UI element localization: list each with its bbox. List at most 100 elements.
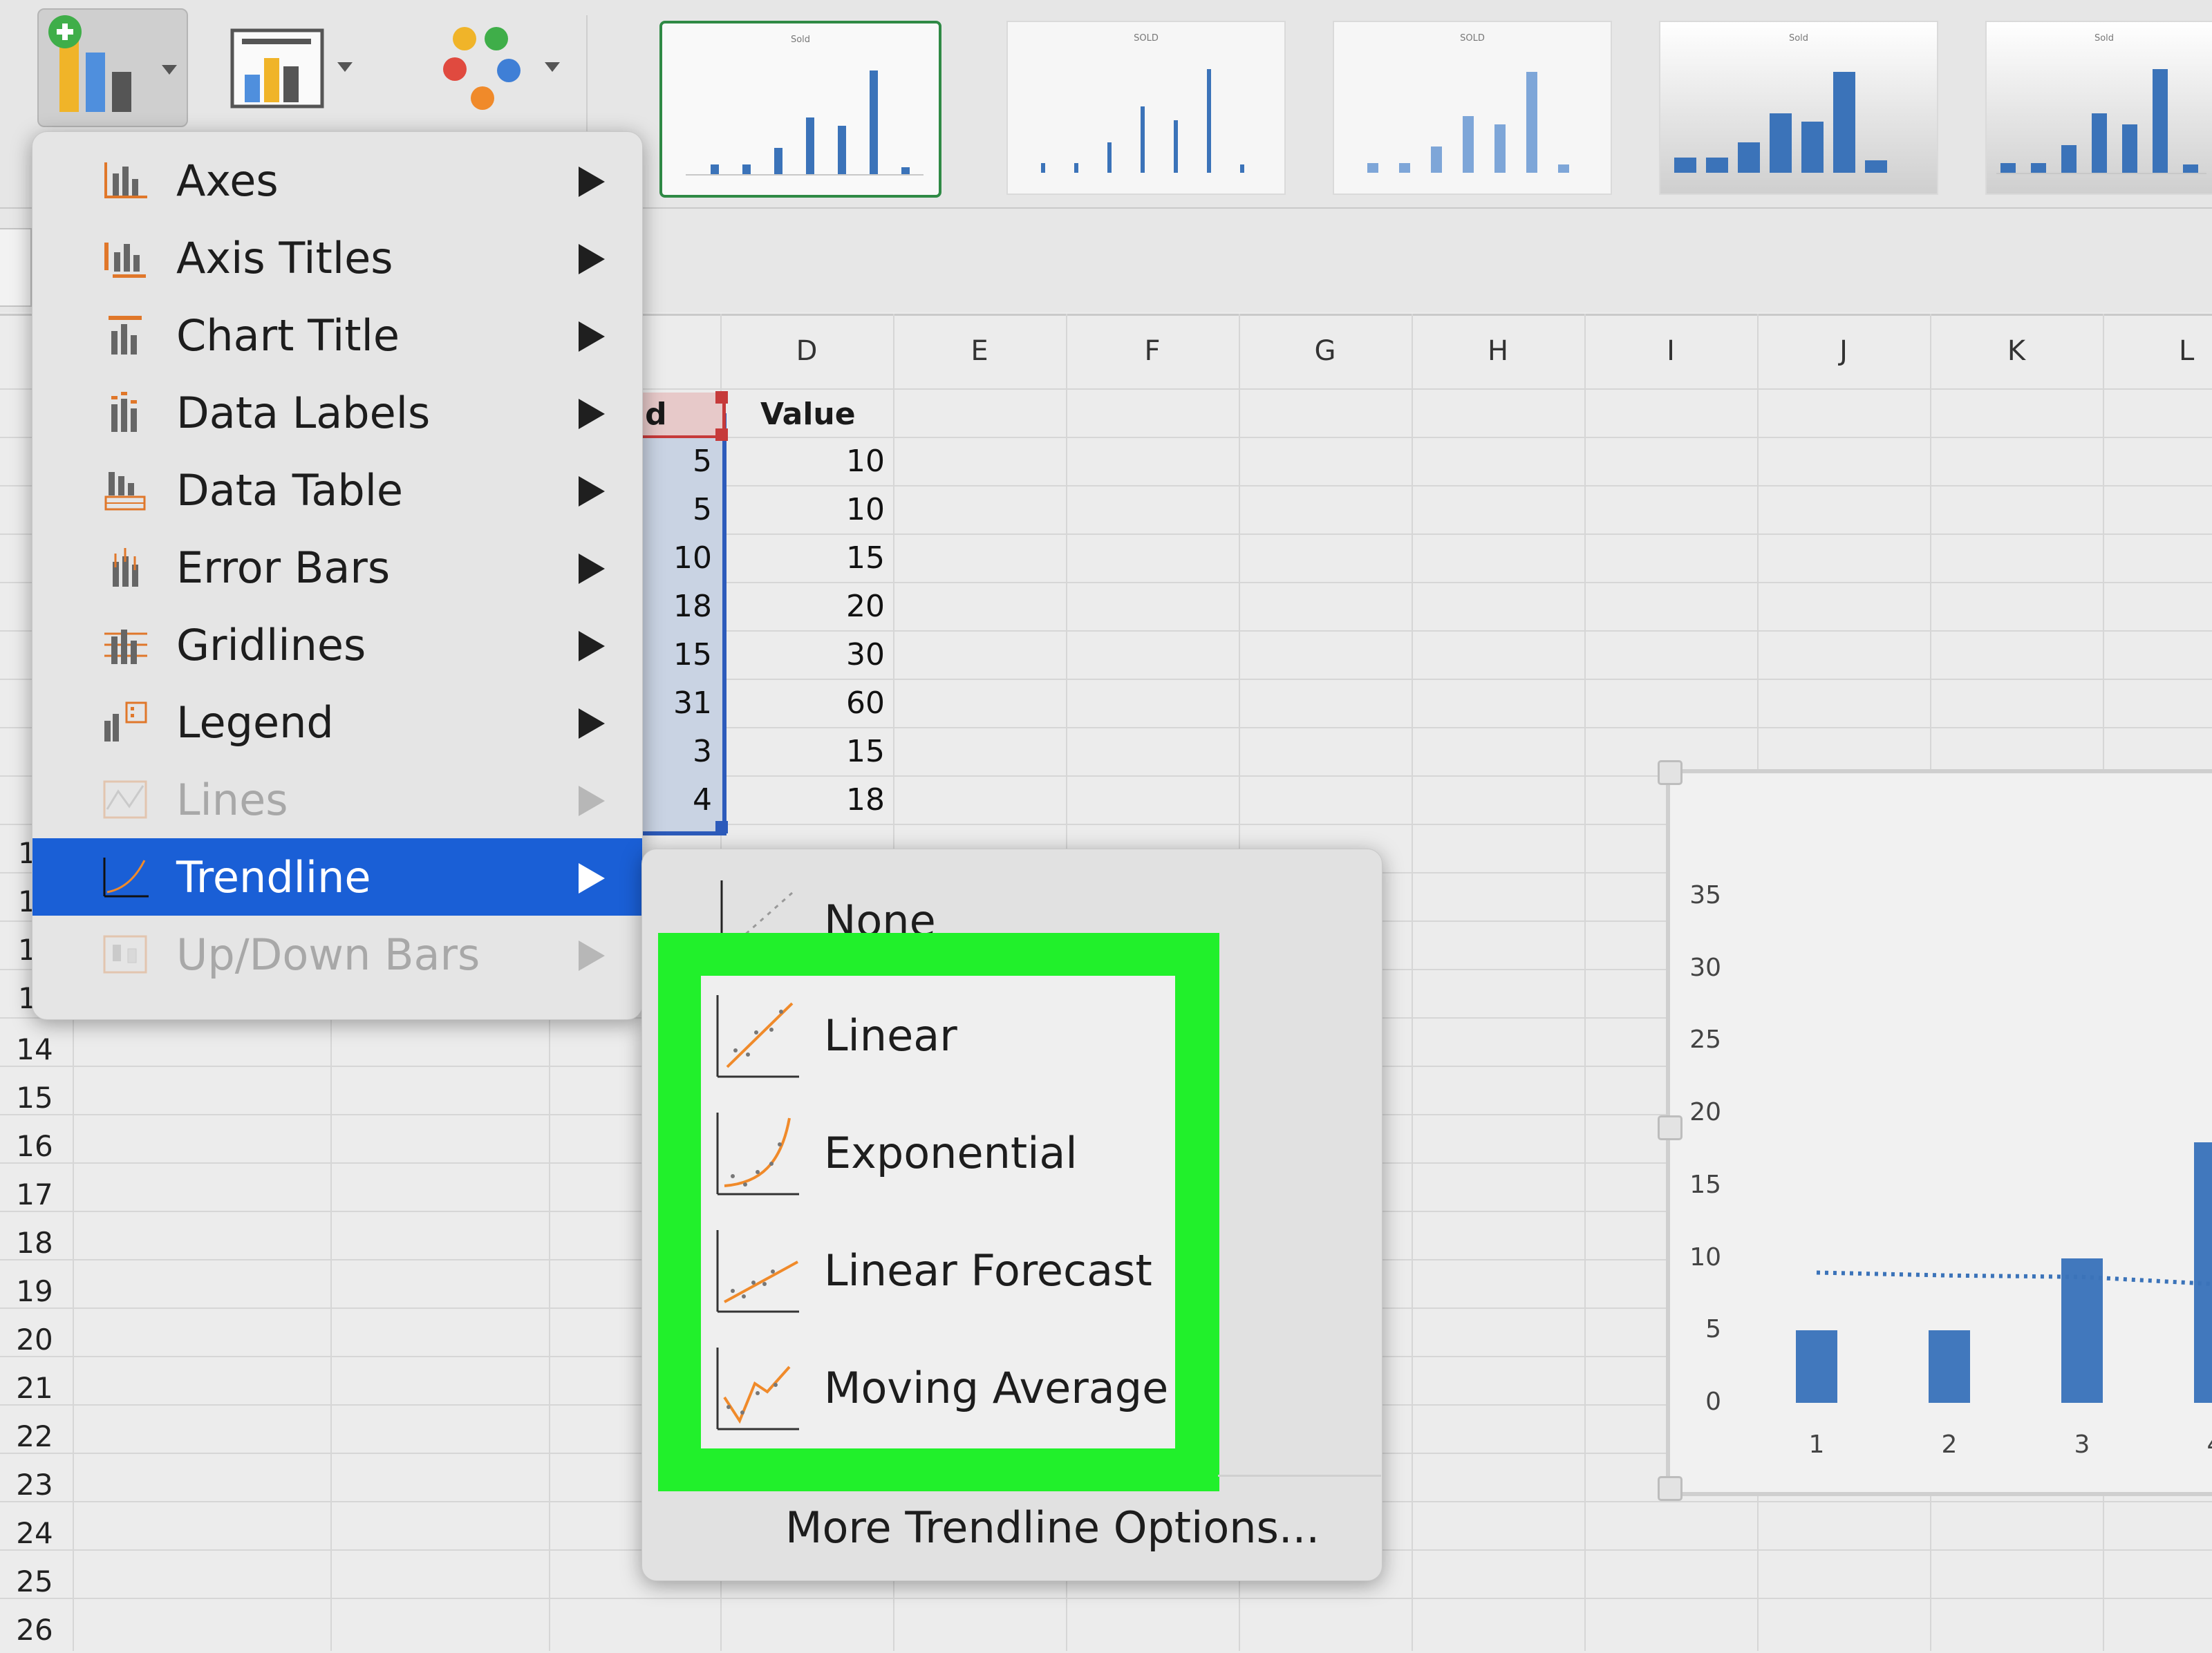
linear-forecast-icon [716,1230,799,1313]
quick-layout-button[interactable] [221,21,359,117]
row-number[interactable]: 18 [0,1226,69,1260]
menu-item-legend[interactable]: Legend [32,683,642,761]
axis-titles-icon [104,243,146,278]
menu-item-label: Error Bars [176,542,391,593]
cell-d-value[interactable]: 10 [720,444,885,479]
thumb-bar [742,164,751,174]
thumb-bar [1463,116,1474,173]
cell-d-value[interactable]: 30 [720,637,885,672]
menu-item-gridlines[interactable]: Gridlines [32,606,642,683]
cell-d-value[interactable]: 60 [720,686,885,721]
trendline-option-moving-average[interactable]: Moving Average [712,1336,1182,1440]
row-number[interactable]: 26 [0,1613,69,1647]
thumb-bar [1494,124,1506,173]
submenu-arrow-icon [579,476,605,507]
thumb-bar [1558,164,1569,173]
error-bars-icon [113,548,138,587]
row-number[interactable]: 16 [0,1129,69,1163]
column-header-j[interactable]: J [1757,314,1930,388]
up-down-bars-icon [103,935,147,974]
submenu-arrow-icon [579,631,605,661]
menu-item-up-down-bars: Up/Down Bars [32,916,642,993]
row-number[interactable]: 20 [0,1323,69,1357]
range-handle[interactable] [715,428,728,441]
menu-item-axes[interactable]: Axes [32,142,642,219]
menu-item-label: Chart Title [176,310,400,361]
submenu-arrow-icon [579,786,605,816]
column-header-k[interactable]: K [1930,314,2103,388]
menu-item-chart-title[interactable]: Chart Title [32,296,642,374]
row-number[interactable]: 25 [0,1565,69,1598]
row-number[interactable]: 22 [0,1419,69,1453]
lines-icon [103,780,147,819]
add-chart-element-button[interactable] [37,8,188,127]
exponential-label: Exponential [824,1128,1078,1178]
add-chart-element-menu: Axes Axis Titles Chart Title Data Labels… [32,131,643,1020]
grid-line [1584,314,1586,1651]
thumb-bar [2183,164,2198,173]
thumb-bar [1207,69,1211,173]
chart-style-1[interactable]: Sold [659,21,941,198]
thumb-bar [2061,145,2077,173]
row-number[interactable]: 24 [0,1516,69,1550]
cell-d-value[interactable]: 18 [720,782,885,818]
legend-icon [104,701,147,742]
thumb-title: SOLD [1134,33,1159,44]
chart-plot-area: 353025201510501234 [1666,769,2212,1488]
moving-average-icon [716,1348,799,1430]
linear-forecast-label: Linear Forecast [824,1245,1152,1296]
row-number[interactable]: 23 [0,1468,69,1502]
data-labels-icon [111,392,137,432]
row-number[interactable]: 14 [0,1032,69,1066]
change-colors-button[interactable] [429,21,567,117]
more-trendline-options-label: More Trendline Options... [785,1502,1320,1553]
row-number[interactable]: 21 [0,1371,69,1405]
range-handle[interactable] [715,821,728,833]
column-header-e[interactable]: E [893,314,1066,388]
menu-item-data-table[interactable]: Data Table [32,451,642,529]
menu-item-trendline[interactable]: Trendline [32,838,642,916]
more-trendline-options-item[interactable]: More Trendline Options... [781,1500,1362,1562]
menu-item-label: Axis Titles [176,233,393,283]
name-box[interactable] [0,228,32,307]
column-header-i[interactable]: I [1584,314,1757,388]
chart-style-5[interactable]: Sold [1985,21,2212,195]
thumb-bar [2000,163,2016,173]
column-header-f[interactable]: F [1066,314,1239,388]
trendline-option-exponential[interactable]: Exponential [712,1102,1168,1205]
range-handle[interactable] [715,391,728,404]
gridlines-icon [104,630,147,664]
chart-style-4[interactable]: Sold [1659,21,1938,195]
column-header-d[interactable]: D [720,314,893,388]
chart-style-2[interactable]: SOLD [1006,21,1286,195]
cell-d1-header[interactable]: Value [760,397,856,432]
submenu-arrow-icon [579,244,605,274]
menu-item-data-labels[interactable]: Data Labels [32,374,642,451]
cell-d-value[interactable]: 10 [720,492,885,527]
menu-item-axis-titles[interactable]: Axis Titles [32,219,642,296]
trendline-path [1816,1270,2212,1287]
column-header-l[interactable]: L [2103,314,2212,388]
thumb-bar [774,148,782,174]
trendline-option-linear-forecast[interactable]: Linear Forecast [712,1219,1168,1323]
thumb-bar [2122,124,2137,173]
thumb-axis [1996,173,2206,174]
row-number[interactable]: 19 [0,1274,69,1308]
thumb-bar [1367,163,1378,173]
menu-item-error-bars[interactable]: Error Bars [32,529,642,606]
thumb-bar [1706,158,1728,173]
linear-label: Linear [824,1010,957,1061]
cell-d-value[interactable]: 20 [720,589,885,624]
column-header-h[interactable]: H [1412,314,1584,388]
cell-d-value[interactable]: 15 [720,734,885,769]
row-number[interactable]: 15 [0,1081,69,1115]
cell-d-value[interactable]: 15 [720,540,885,576]
thumb-bar [1431,147,1442,173]
thumb-bar [711,164,719,174]
thumb-bar [1865,160,1887,173]
row-number[interactable]: 17 [0,1178,69,1211]
column-header-g[interactable]: G [1239,314,1412,388]
trendline-option-linear[interactable]: Linear [712,984,1168,1088]
submenu-arrow-icon [579,167,605,197]
chart-style-3[interactable]: SOLD [1333,21,1612,195]
